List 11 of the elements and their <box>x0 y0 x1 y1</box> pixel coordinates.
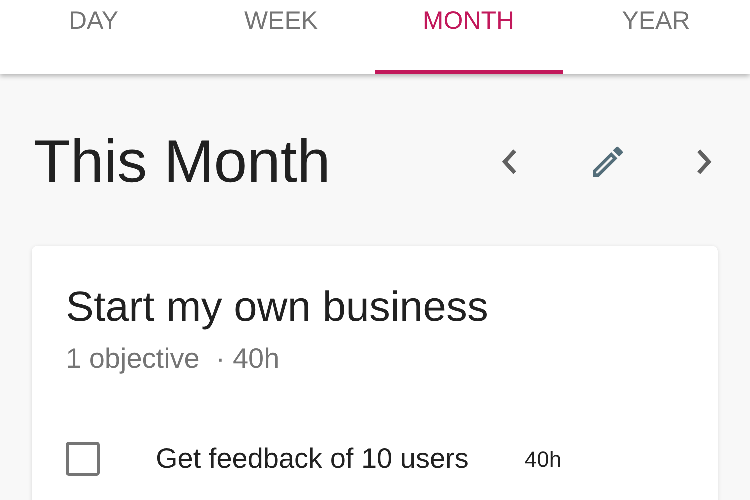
tab[interactable]: DAY <box>0 0 188 74</box>
page-title: This Month <box>34 132 332 192</box>
checkbox[interactable] <box>66 442 100 476</box>
goal-hours: · 40h <box>216 342 280 376</box>
tab[interactable]: WEEK <box>188 0 375 74</box>
tab[interactable]: MONTH <box>375 0 562 74</box>
tab[interactable]: YEAR <box>562 0 750 74</box>
objective-count: 1 objective <box>66 342 200 376</box>
objective-hours: 40h <box>524 446 562 474</box>
goal-title: Start my own business <box>66 284 490 330</box>
objective-label: Get feedback of 10 users <box>156 442 469 476</box>
